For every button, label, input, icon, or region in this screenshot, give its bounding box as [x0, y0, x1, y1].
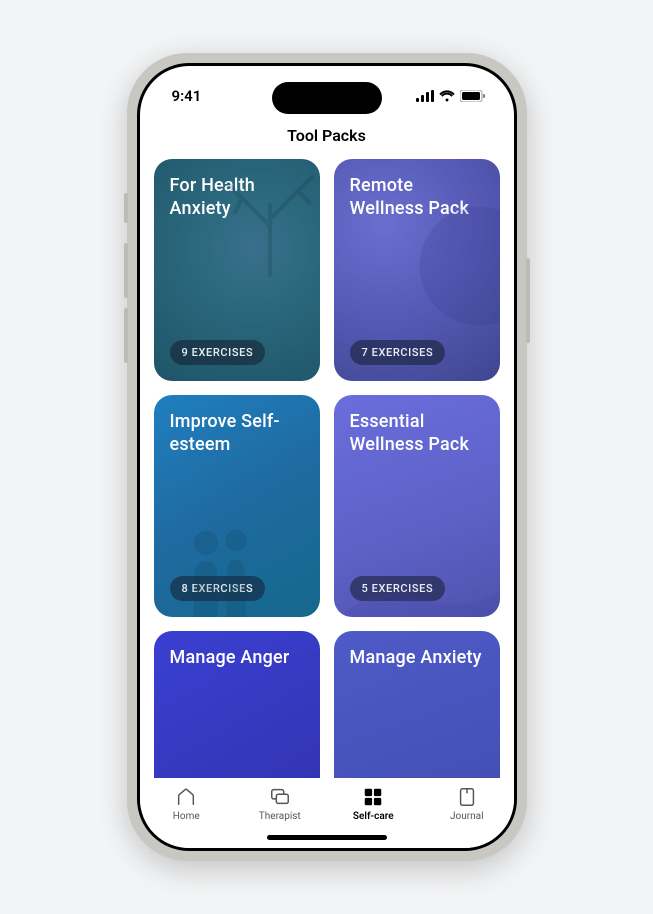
home-icon [175, 786, 197, 808]
card-manage-anger[interactable]: Manage Anger [154, 631, 320, 778]
status-time: 9:41 [172, 87, 202, 105]
card-title: For Health Anxiety [170, 175, 304, 220]
card-title: Essential Wellness Pack [350, 411, 484, 456]
card-improve-self-esteem[interactable]: Improve Self-esteem 8 EXERCISES [154, 395, 320, 617]
card-title: Manage Anxiety [350, 647, 484, 670]
tab-label: Home [173, 811, 200, 822]
card-title: Remote Wellness Pack [350, 175, 484, 220]
exercise-badge: 5 EXERCISES [350, 576, 446, 601]
tab-therapist[interactable]: Therapist [233, 786, 327, 822]
home-indicator[interactable] [267, 835, 387, 840]
cellular-icon [416, 90, 434, 102]
tab-home[interactable]: Home [140, 786, 234, 822]
card-remote-wellness[interactable]: Remote Wellness Pack 7 EXERCISES [334, 159, 500, 381]
card-essential-wellness[interactable]: Essential Wellness Pack 5 EXERCISES [334, 395, 500, 617]
volume-down-button [124, 308, 128, 363]
status-indicators [416, 90, 486, 102]
power-button [526, 258, 530, 343]
silence-switch [124, 193, 128, 223]
tab-label: Therapist [259, 811, 301, 822]
tab-self-care[interactable]: Self-care [327, 786, 421, 822]
phone-frame: 9:41 Tool Packs For Health Anxiety 9 EXE… [127, 53, 527, 861]
card-manage-anxiety[interactable]: Manage Anxiety [334, 631, 500, 778]
chat-icon [269, 786, 291, 808]
tab-journal[interactable]: Journal [420, 786, 514, 822]
grid-icon [362, 786, 384, 808]
card-title: Improve Self-esteem [170, 411, 304, 456]
card-health-anxiety[interactable]: For Health Anxiety 9 EXERCISES [154, 159, 320, 381]
tool-packs-grid: For Health Anxiety 9 EXERCISES Remote We… [140, 159, 514, 778]
tab-label: Journal [450, 811, 484, 822]
tab-label: Self-care [353, 811, 394, 822]
exercise-badge: 9 EXERCISES [170, 340, 266, 365]
dynamic-island [272, 82, 382, 114]
exercise-badge: 7 EXERCISES [350, 340, 446, 365]
volume-up-button [124, 243, 128, 298]
exercise-badge: 8 EXERCISES [170, 576, 266, 601]
page-title: Tool Packs [140, 122, 514, 159]
card-title: Manage Anger [170, 647, 304, 670]
screen: 9:41 Tool Packs For Health Anxiety 9 EXE… [140, 66, 514, 848]
battery-icon [460, 90, 486, 102]
wifi-icon [439, 90, 455, 102]
journal-icon [456, 786, 478, 808]
